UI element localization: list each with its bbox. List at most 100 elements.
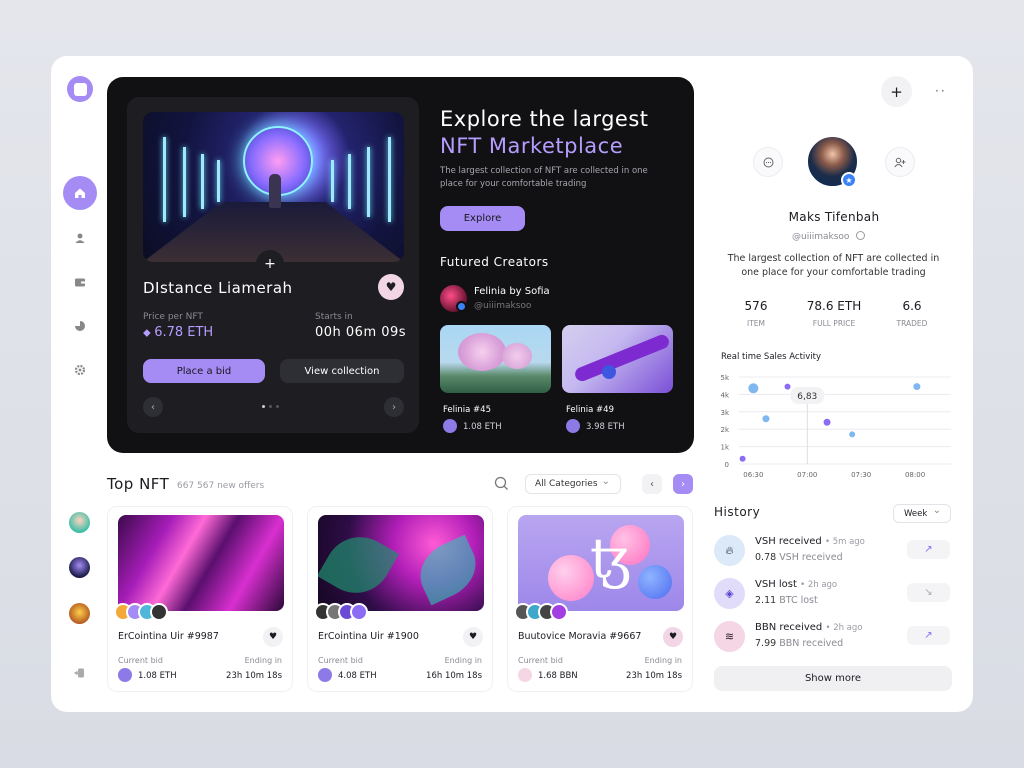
y-tick-label: 5k bbox=[720, 374, 729, 382]
leaf bbox=[318, 524, 399, 606]
hero-banner: + DIstance Liamerah ♥ Price per NFT ⬥ 6.… bbox=[107, 77, 694, 453]
category-select[interactable]: All Categories bbox=[525, 474, 621, 494]
nav-wallet[interactable] bbox=[63, 265, 97, 299]
sphere bbox=[638, 565, 672, 599]
vsh-coin-icon: ◈ bbox=[714, 578, 745, 609]
explore-button[interactable]: Explore bbox=[440, 206, 525, 231]
heart-icon: ♥ bbox=[468, 632, 478, 642]
light-pole bbox=[201, 154, 204, 209]
heart-icon: ♥ bbox=[668, 632, 678, 642]
trend-up-icon[interactable]: ↗ bbox=[907, 540, 950, 559]
nav-statistics[interactable] bbox=[63, 309, 97, 343]
nft-card[interactable]: ErCointina Uir #1900 ♥ Current bid Endin… bbox=[307, 506, 493, 692]
like-button[interactable]: ♥ bbox=[263, 627, 283, 647]
show-more-button[interactable]: Show more bbox=[714, 666, 952, 691]
x-tick-label: 08:00 bbox=[905, 471, 925, 479]
wallet-icon bbox=[75, 278, 85, 287]
ending-label: Ending in bbox=[644, 656, 682, 665]
follow-button[interactable] bbox=[885, 147, 915, 177]
stat-value: 78.6 ETH bbox=[806, 299, 862, 313]
featured-creator-nft-image[interactable] bbox=[440, 325, 551, 393]
history-item-amount: 7.99 BBN received bbox=[755, 638, 844, 649]
nft-name: ErCointina Uir #1900 bbox=[318, 631, 419, 642]
message-icon bbox=[763, 157, 773, 167]
data-point bbox=[823, 418, 831, 426]
nft-image[interactable]: ꜩ bbox=[518, 515, 684, 611]
chevron-left-icon: ‹ bbox=[650, 478, 654, 490]
nft-card[interactable]: ErCointina Uir #9987 ♥ Current bid Endin… bbox=[107, 506, 293, 692]
prev-page-button[interactable]: ‹ bbox=[642, 474, 662, 494]
nft-card[interactable]: ꜩ Buutovice Moravia #9667 ♥ Current bid … bbox=[507, 506, 693, 692]
logout-button[interactable] bbox=[63, 656, 97, 690]
featured-nft-image[interactable] bbox=[143, 112, 404, 262]
data-point bbox=[748, 383, 759, 394]
logo-icon[interactable] bbox=[67, 76, 93, 102]
like-button[interactable]: ♥ bbox=[663, 627, 683, 647]
chevron-left-icon: ‹ bbox=[151, 401, 155, 413]
x-tick-label: 06:30 bbox=[743, 471, 763, 479]
contact-avatar[interactable] bbox=[69, 512, 90, 533]
hero-subtitle: The largest collection of NFT are collec… bbox=[440, 166, 648, 189]
eth-icon: ⬥ bbox=[143, 326, 155, 339]
tooltip-value: 6,83 bbox=[797, 392, 817, 402]
blossom-tree bbox=[502, 343, 532, 369]
eth-icon bbox=[443, 419, 457, 433]
view-collection-button[interactable]: View collection bbox=[280, 359, 404, 383]
ending-value: 23h 10m 18s bbox=[626, 671, 682, 681]
add-user-icon bbox=[894, 157, 906, 167]
leaf bbox=[410, 534, 484, 606]
tezos-symbol-icon: ꜩ bbox=[590, 527, 631, 590]
stat-label: ITEM bbox=[746, 319, 765, 328]
heart-icon: ♥ bbox=[268, 632, 278, 642]
ending-label: Ending in bbox=[444, 656, 482, 665]
create-button[interactable]: + bbox=[881, 76, 912, 107]
light-pole bbox=[367, 147, 370, 217]
history-item-title: VSH lost • 2h ago bbox=[755, 579, 838, 590]
countdown-value: 00h 06m 09s bbox=[315, 325, 407, 340]
period-select[interactable]: Week bbox=[893, 504, 951, 523]
light-pole bbox=[217, 160, 220, 202]
contact-avatar[interactable] bbox=[69, 603, 90, 624]
prev-slide-button[interactable]: ‹ bbox=[143, 397, 163, 417]
nft-image[interactable] bbox=[118, 515, 284, 611]
stat-label: TRADED bbox=[896, 319, 928, 328]
eth-icon bbox=[118, 668, 132, 682]
copy-icon[interactable] bbox=[856, 231, 866, 240]
trend-down-icon[interactable]: ↘ bbox=[907, 583, 950, 602]
contact-avatar[interactable] bbox=[69, 557, 90, 578]
vsh-coin-icon: 🔥︎ bbox=[714, 535, 745, 566]
light-pole bbox=[183, 147, 186, 217]
next-page-button[interactable]: › bbox=[673, 474, 693, 494]
profile-handle: @uiiimaksoo bbox=[792, 231, 866, 242]
light-pole bbox=[348, 154, 351, 209]
current-bid-label: Current bid bbox=[318, 656, 363, 665]
abstract-shape bbox=[602, 365, 616, 379]
add-button[interactable]: + bbox=[256, 250, 284, 278]
nav-profile[interactable] bbox=[63, 221, 97, 255]
creator-name[interactable]: Felinia by Sofia bbox=[474, 286, 550, 297]
owner-avatars bbox=[314, 603, 368, 621]
y-tick-label: 2k bbox=[720, 426, 729, 434]
verified-badge-icon bbox=[456, 301, 467, 312]
search-icon[interactable] bbox=[494, 476, 509, 491]
nav-home[interactable] bbox=[63, 176, 97, 210]
featured-nft-title: DIstance Liamerah bbox=[143, 279, 293, 297]
message-button[interactable] bbox=[753, 147, 783, 177]
featured-creator-nft-image[interactable] bbox=[562, 325, 673, 393]
creator-handle: @uiiimaksoo bbox=[474, 301, 532, 311]
next-slide-button[interactable]: › bbox=[384, 397, 404, 417]
x-tick-label: 07:00 bbox=[797, 471, 817, 479]
nav-settings[interactable] bbox=[63, 353, 97, 387]
featured-nft-name: Felinia #45 bbox=[443, 405, 491, 415]
featured-creators-title: Futured Creators bbox=[440, 255, 549, 269]
like-button[interactable]: ♥ bbox=[463, 627, 483, 647]
data-point bbox=[784, 383, 791, 390]
stat-value: 6.6 bbox=[902, 299, 922, 313]
more-icon[interactable]: ·· bbox=[935, 84, 947, 98]
like-button[interactable]: ♥ bbox=[378, 274, 404, 300]
nft-image[interactable] bbox=[318, 515, 484, 611]
trend-up-icon[interactable]: ↗ bbox=[907, 626, 950, 645]
place-bid-button[interactable]: Place a bid bbox=[143, 359, 265, 383]
owner-avatars bbox=[114, 603, 168, 621]
current-bid-value: 4.08 ETH bbox=[338, 671, 377, 681]
